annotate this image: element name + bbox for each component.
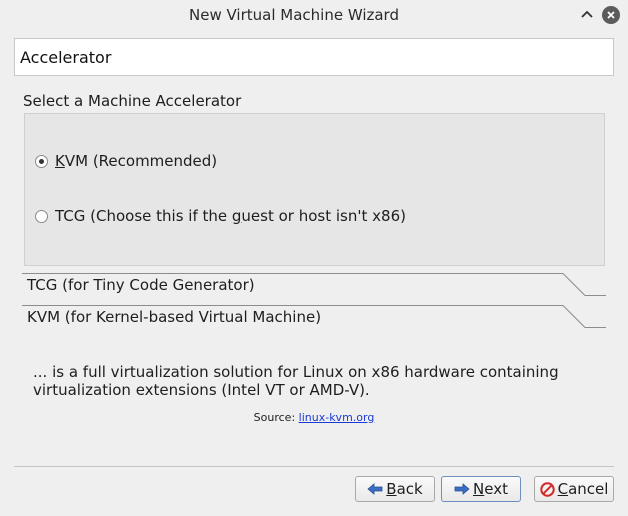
page-header: Accelerator (14, 38, 614, 76)
page-title: Accelerator (20, 48, 112, 67)
accelerator-group-box (24, 113, 605, 266)
radio-kvm[interactable]: KVM (Recommended) (35, 152, 217, 170)
arrow-left-icon (367, 483, 383, 495)
radio-tcg[interactable]: TCG (Choose this if the guest or host is… (35, 207, 406, 225)
cancel-button[interactable]: Cancel (534, 476, 614, 502)
source-link[interactable]: linux-kvm.org (299, 411, 375, 424)
minimize-icon[interactable] (578, 6, 596, 24)
cancel-icon (539, 481, 555, 497)
radio-tcg-label: TCG (Choose this if the guest or host is… (55, 207, 406, 225)
next-button-label: Next (473, 480, 508, 498)
window-title: New Virtual Machine Wizard (189, 6, 399, 24)
back-button-label: Back (386, 480, 423, 498)
section-tab-tcg[interactable]: TCG (for Tiny Code Generator) (22, 273, 606, 297)
next-button[interactable]: Next (441, 476, 521, 502)
arrow-right-icon (454, 483, 470, 495)
section-tab-tcg-label: TCG (for Tiny Code Generator) (27, 276, 255, 294)
cancel-button-label: Cancel (557, 480, 609, 498)
kvm-description: ... is a full virtualization solution fo… (33, 363, 559, 399)
radio-button-tcg[interactable] (35, 209, 48, 223)
close-icon[interactable] (602, 6, 620, 24)
accelerator-group-title: Select a Machine Accelerator (23, 92, 242, 110)
source-line: Source: linux-kvm.org (0, 411, 628, 424)
radio-button-kvm[interactable] (35, 154, 48, 168)
back-button[interactable]: Back (355, 476, 435, 502)
button-divider (14, 466, 614, 467)
section-tab-kvm[interactable]: KVM (for Kernel-based Virtual Machine) (22, 305, 606, 329)
radio-kvm-label: KVM (Recommended) (55, 152, 218, 170)
source-prefix: Source: (253, 411, 299, 424)
section-tab-kvm-label: KVM (for Kernel-based Virtual Machine) (27, 308, 322, 326)
title-bar: New Virtual Machine Wizard (0, 0, 628, 30)
